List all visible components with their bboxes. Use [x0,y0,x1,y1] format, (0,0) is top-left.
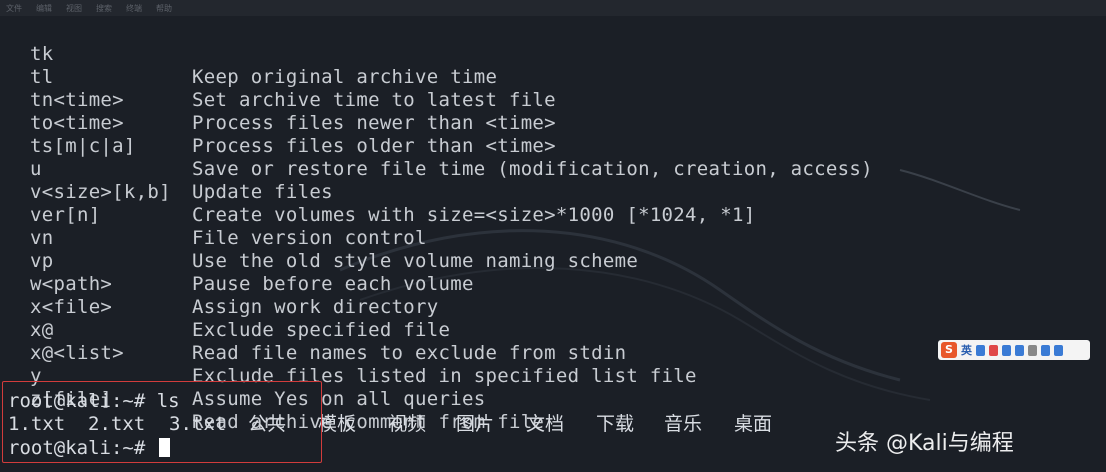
menu-search[interactable]: 搜索 [96,3,112,14]
option-row: w<path> Assign work directory [0,250,900,318]
ime-toolbar[interactable]: S 英 [938,340,1090,360]
option-row: ts[m|c|a] Save or restore file time (mod… [0,112,900,180]
ls-entry: 音乐 [664,413,703,435]
microphone-icon[interactable] [1015,344,1024,356]
menu-edit[interactable]: 编辑 [36,3,52,14]
option-row: tl Set archive time to latest file [0,43,900,111]
option-row: tn<time> Process files newer than <time> [0,66,900,134]
option-row: v<size>[k,b] Create volumes with size=<s… [0,158,900,226]
option-row: y Assume Yes on all queries [0,342,900,410]
menu-help[interactable]: 帮助 [156,3,172,14]
ls-entry: 文档 [526,413,565,435]
site-watermark: 头条 @Kali与编程 [835,431,1014,456]
menu-view[interactable]: 视图 [66,3,82,14]
ls-entry: 图片 [456,413,495,435]
option-row: x<file> Exclude specified file [0,273,900,341]
punctuation-icon[interactable] [976,344,985,356]
ls-entry: 下载 [596,413,635,435]
option-row: ver[n] File version control [0,181,900,249]
sogou-logo-icon[interactable]: S [941,342,957,358]
option-row: u Update files [0,135,900,203]
ls-entry: 模板 [318,413,357,435]
menu-file[interactable]: 文件 [6,3,22,14]
tools-icon[interactable] [1041,344,1050,356]
option-row: x@ Read file names to exclude from stdin [0,296,900,364]
emoji-icon[interactable] [989,344,998,356]
option-row: to<time> Process files older than <time> [0,89,900,157]
ls-entry: 视频 [388,413,427,435]
option-row: x@<list> Exclude files listed in specifi… [0,319,900,387]
option-row: tk Keep original archive time [0,20,900,88]
menu-bar: 文件 编辑 视图 搜索 终端 帮助 [0,0,1106,16]
option-row: vn Use the old style volume naming schem… [0,204,900,272]
option-row: vp Pause before each volume [0,227,900,295]
settings-icon[interactable] [1054,344,1063,356]
ime-language-label[interactable]: 英 [961,342,972,358]
keyboard-icon[interactable] [1002,344,1011,356]
skin-icon[interactable] [1028,344,1037,356]
ls-entry: 桌面 [734,413,773,435]
highlight-annotation [2,381,322,463]
terminal-window: { "menubar": { "items": ["文件", "编辑", "视图… [0,0,1106,472]
menu-terminal[interactable]: 终端 [126,3,142,14]
